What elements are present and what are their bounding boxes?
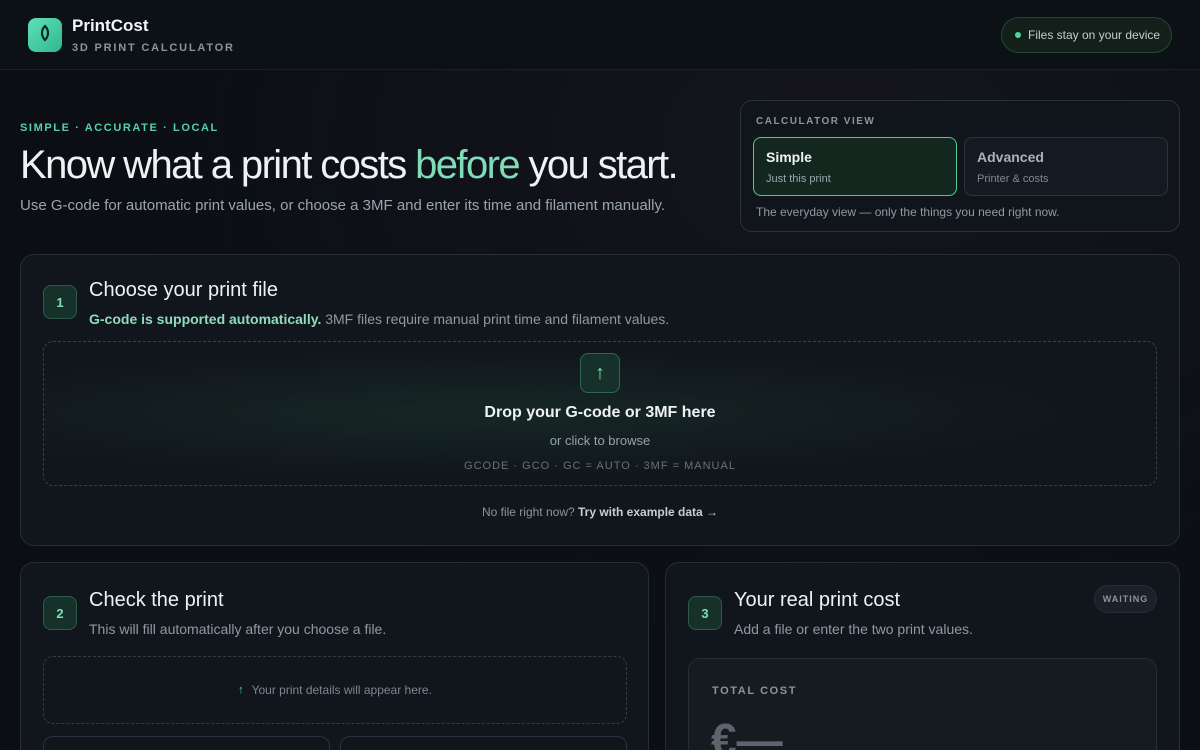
- status-badge: WAITING: [1094, 585, 1157, 613]
- filament-field[interactable]: [340, 736, 627, 750]
- headline-part-1: Know what a print costs: [20, 143, 416, 187]
- step-subtitle-rest: 3MF files require manual print time and …: [321, 311, 670, 327]
- browse-link[interactable]: or click to browse: [44, 433, 1156, 448]
- privacy-badge: Files stay on your device: [1001, 17, 1172, 53]
- total-cost-caption: TOTAL COST: [712, 685, 798, 697]
- placeholder-text: Your print details will appear here.: [251, 683, 432, 697]
- step-number-badge: 3: [688, 596, 722, 630]
- view-panel-caption: CALCULATOR VIEW: [756, 116, 876, 127]
- view-option-title: Simple: [766, 149, 812, 165]
- leaf-drop-icon: [36, 23, 54, 47]
- view-option-simple[interactable]: Simple Just this print: [753, 137, 957, 196]
- up-arrow-icon: ↑: [238, 684, 244, 696]
- step-subtitle: Add a file or enter the two print values…: [734, 621, 973, 637]
- step-2-card: 2 Check the print This will fill automat…: [20, 562, 649, 750]
- step-title: Check the print: [89, 589, 224, 611]
- example-data-row: No file right now? Try with example data…: [21, 505, 1179, 519]
- step-title: Choose your print file: [89, 279, 278, 301]
- upload-arrow-icon[interactable]: ↑: [580, 353, 620, 393]
- headline-part-2: you start.: [518, 143, 678, 187]
- total-cost-value: €—: [711, 714, 783, 750]
- view-option-title: Advanced: [977, 149, 1044, 165]
- print-time-field[interactable]: [43, 736, 330, 750]
- step-number-badge: 1: [43, 285, 77, 319]
- file-drop-zone[interactable]: ↑ Drop your G-code or 3MF here or click …: [43, 341, 1157, 486]
- total-cost-box: TOTAL COST €—: [688, 658, 1157, 750]
- view-option-advanced[interactable]: Advanced Printer & costs: [964, 137, 1168, 196]
- step-subtitle-strong: G-code is supported automatically.: [89, 311, 322, 327]
- step-number-badge: 2: [43, 596, 77, 630]
- supported-formats: GCODE · GCO · GC = AUTO · 3MF = MANUAL: [464, 460, 736, 472]
- top-bar: PrintCost 3D PRINT CALCULATOR Files stay…: [0, 0, 1200, 70]
- hero-headline: Know what a print costs before you start…: [20, 143, 679, 188]
- hero-eyebrow: SIMPLE · ACCURATE · LOCAL: [20, 122, 219, 134]
- privacy-badge-label: Files stay on your device: [1028, 28, 1161, 42]
- drop-zone-title: Drop your G-code or 3MF here: [484, 404, 716, 421]
- brand-subtitle: 3D PRINT CALCULATOR: [72, 42, 235, 54]
- status-dot-icon: [1015, 32, 1021, 38]
- example-prompt: No file right now?: [481, 505, 578, 519]
- example-data-link[interactable]: Try with example data →: [578, 505, 718, 519]
- view-panel-note: The everyday view — only the things you …: [756, 205, 1060, 219]
- logo[interactable]: [28, 18, 62, 52]
- hero-lede: Use G-code for automatic print values, o…: [20, 197, 666, 214]
- print-details-placeholder: ↑ Your print details will appear here.: [43, 656, 627, 724]
- step-1-card: 1 Choose your print file G-code is suppo…: [20, 254, 1180, 546]
- step-subtitle: This will fill automatically after you c…: [89, 621, 387, 637]
- brand-name: PrintCost: [72, 16, 149, 35]
- step-title: Your real print cost: [734, 589, 901, 611]
- view-option-subtitle: Printer & costs: [977, 173, 1049, 185]
- calculator-view-panel: CALCULATOR VIEW Simple Just this print A…: [740, 100, 1180, 232]
- step-subtitle: G-code is supported automatically. 3MF f…: [89, 311, 669, 327]
- headline-accent: before: [415, 143, 520, 187]
- view-option-subtitle: Just this print: [766, 173, 831, 185]
- step-3-card: 3 Your real print cost Add a file or ent…: [665, 562, 1180, 750]
